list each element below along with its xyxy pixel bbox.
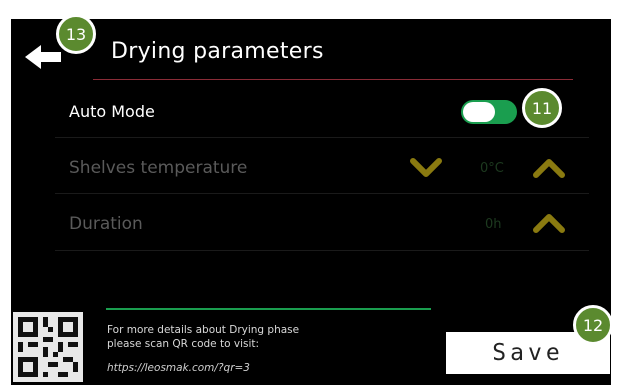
toggle-knob — [463, 102, 495, 122]
info-url[interactable]: https://leosmak.com/?qr=3 — [107, 361, 250, 375]
shelves-temperature-value: 0°C — [480, 161, 504, 176]
temperature-increase-button[interactable] — [532, 157, 566, 179]
temperature-decrease-button[interactable] — [409, 157, 443, 179]
auto-mode-label: Auto Mode — [69, 102, 155, 121]
row-divider — [55, 193, 589, 194]
auto-mode-toggle[interactable] — [461, 100, 517, 124]
row-divider — [55, 137, 589, 138]
title-divider — [93, 79, 573, 80]
duration-value: 0h — [485, 217, 502, 232]
info-divider — [106, 308, 431, 310]
back-arrow-icon — [21, 45, 67, 79]
callout-badge-back: 13 — [56, 14, 96, 54]
chevron-down-icon — [409, 157, 443, 179]
row-divider — [55, 250, 589, 251]
shelves-temperature-label: Shelves temperature — [69, 158, 248, 178]
drying-parameters-screen: Drying parameters Auto Mode Shelves temp… — [11, 19, 611, 385]
info-text-line-1: For more details about Drying phase — [107, 324, 300, 336]
chevron-up-icon — [532, 157, 566, 179]
callout-badge-toggle: 11 — [522, 88, 562, 128]
qr-code — [13, 312, 83, 382]
callout-badge-save: 12 — [573, 305, 613, 345]
duration-label: Duration — [69, 214, 143, 234]
chevron-up-icon — [532, 212, 566, 234]
duration-increase-button[interactable] — [532, 212, 566, 234]
info-text-line-2: please scan QR code to visit: — [107, 338, 260, 350]
page-title: Drying parameters — [111, 39, 324, 64]
